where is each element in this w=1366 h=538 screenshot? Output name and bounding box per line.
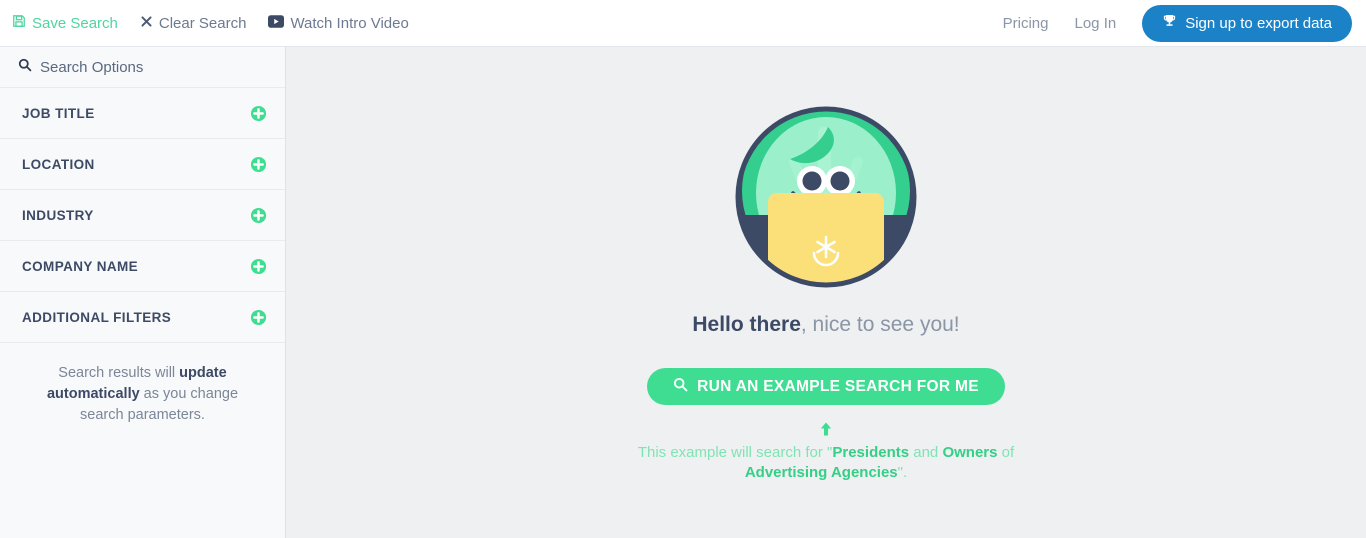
trophy-icon [1162, 14, 1177, 33]
example-part-3: of [997, 444, 1015, 461]
run-example-search-button[interactable]: RUN AN EXAMPLE SEARCH FOR ME [647, 368, 1005, 405]
greeting-bold: Hello there [692, 313, 801, 336]
save-search-button[interactable]: Save Search [12, 14, 118, 32]
example-part-4: ". [897, 464, 908, 482]
greeting-text: Hello there, nice to see you! [692, 313, 959, 337]
plus-circle-icon[interactable] [250, 258, 267, 275]
main-content-area: Hello there, nice to see you! RUN AN EXA… [286, 47, 1366, 538]
header-left-actions: Save Search Clear Search Watch Intro Vid… [12, 14, 409, 32]
login-link[interactable]: Log In [1075, 15, 1117, 32]
sidebar-filter-additional-filters[interactable]: ADDITIONAL FILTERS [0, 292, 285, 343]
search-icon [673, 377, 688, 397]
watch-intro-video-label: Watch Intro Video [290, 14, 409, 32]
clear-search-label: Clear Search [158, 14, 247, 32]
run-example-search-label: RUN AN EXAMPLE SEARCH FOR ME [697, 377, 979, 395]
plus-circle-icon[interactable] [250, 309, 267, 326]
sidebar-title-label: Search Options [40, 58, 144, 76]
sidebar-filter-company-name[interactable]: COMPANY NAME [0, 241, 285, 292]
example-search-description: This example will search for "Presidents… [616, 443, 1036, 484]
sidebar-filter-industry[interactable]: INDUSTRY [0, 190, 285, 241]
robot-avatar-illustration [732, 103, 920, 291]
filter-label: COMPANY NAME [22, 258, 139, 274]
signup-to-export-data-button[interactable]: Sign up to export data [1142, 4, 1352, 42]
example-bold-owners: Owners [942, 444, 998, 461]
watch-intro-video-button[interactable]: Watch Intro Video [268, 14, 409, 32]
greeting-rest: , nice to see you! [800, 313, 960, 336]
filter-label: ADDITIONAL FILTERS [22, 309, 172, 325]
header-right-actions: Pricing Log In Sign up to export data [1003, 4, 1352, 42]
sidebar-filter-job-title[interactable]: JOB TITLE [0, 88, 285, 139]
play-video-icon [268, 14, 285, 32]
page-body: Search Options JOB TITLE LOCATION INDUST… [0, 47, 1366, 538]
sidebar-title: Search Options [0, 47, 285, 88]
filter-label: INDUSTRY [22, 207, 94, 223]
signup-label: Sign up to export data [1185, 14, 1332, 32]
filter-label: JOB TITLE [22, 105, 95, 121]
search-icon [18, 58, 32, 76]
example-part-1: This example will search for " [637, 444, 833, 461]
example-bold-presidents: Presidents [832, 444, 910, 461]
example-bold-industry: Advertising Agencies [744, 464, 898, 482]
note-part-1: Search results will [58, 365, 180, 381]
save-icon [12, 14, 26, 32]
example-part-2: and [909, 444, 943, 461]
save-search-label: Save Search [32, 14, 118, 32]
clear-search-button[interactable]: Clear Search [140, 14, 247, 32]
search-options-sidebar: Search Options JOB TITLE LOCATION INDUST… [0, 47, 286, 538]
filter-label: LOCATION [22, 156, 95, 172]
sidebar-filter-location[interactable]: LOCATION [0, 139, 285, 190]
auto-update-note: Search results will update automatically… [0, 343, 285, 426]
pricing-link[interactable]: Pricing [1003, 15, 1049, 32]
arrow-up-icon [818, 421, 834, 440]
top-header-bar: Save Search Clear Search Watch Intro Vid… [0, 0, 1366, 47]
plus-circle-icon[interactable] [250, 105, 267, 122]
close-x-icon [140, 15, 153, 32]
plus-circle-icon[interactable] [250, 207, 267, 224]
plus-circle-icon[interactable] [250, 156, 267, 173]
